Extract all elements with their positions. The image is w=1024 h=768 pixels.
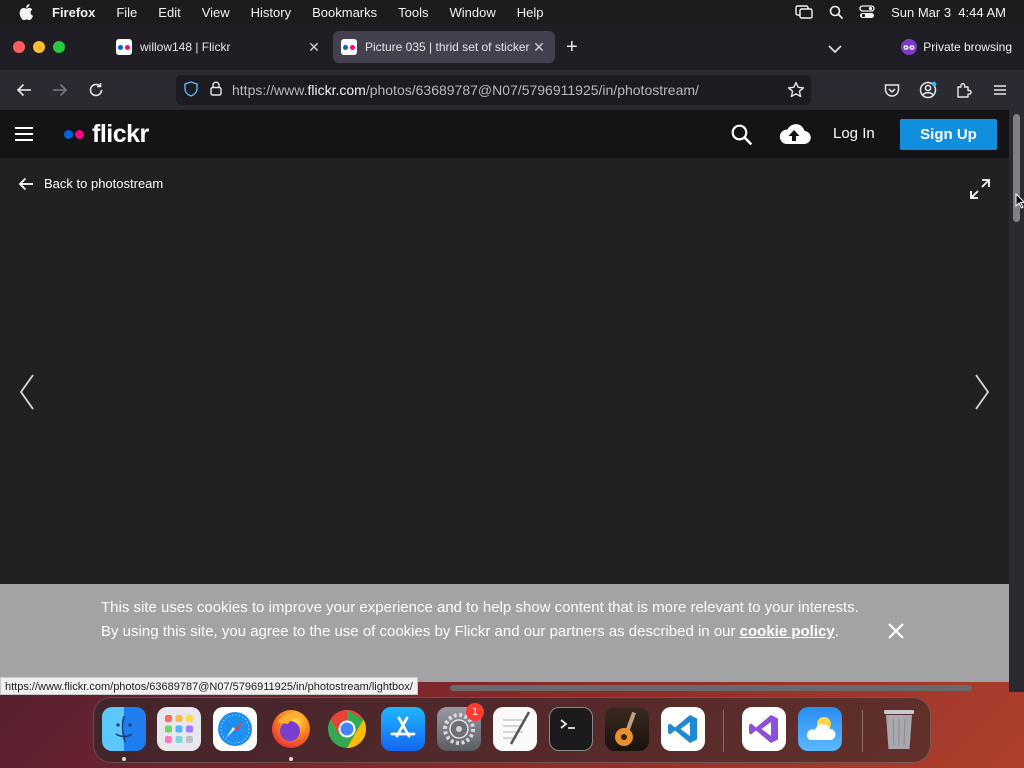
flickr-favicon-icon <box>116 39 132 55</box>
extensions-puzzle-icon[interactable] <box>954 80 974 100</box>
launchpad-icon[interactable] <box>157 707 201 751</box>
navigation-toolbar: https://www.flickr.com/photos/63689787@N… <box>0 70 1024 110</box>
bookmark-star-icon[interactable] <box>787 81 805 102</box>
pocket-icon[interactable] <box>882 80 902 100</box>
mouse-cursor-icon <box>1015 192 1024 214</box>
vscode-icon[interactable] <box>661 707 705 751</box>
address-bar[interactable]: https://www.flickr.com/photos/63689787@N… <box>176 75 811 105</box>
menu-app-name[interactable]: Firefox <box>52 5 95 20</box>
tab-title: willow148 | Flickr <box>140 40 231 54</box>
menu-history[interactable]: History <box>251 5 291 20</box>
flickr-favicon-icon <box>341 39 357 55</box>
upload-cloud-icon[interactable] <box>777 123 811 150</box>
visual-studio-icon[interactable] <box>742 707 786 751</box>
flickr-header: flickr Log In Sign Up <box>0 110 1009 158</box>
fullscreen-expand-icon[interactable] <box>969 178 991 205</box>
menu-edit[interactable]: Edit <box>158 5 180 20</box>
terminal-icon[interactable] <box>549 707 593 751</box>
notification-badge: 1 <box>466 703 484 721</box>
firefox-icon[interactable] <box>269 707 313 751</box>
cookie-message-end: . <box>834 623 839 640</box>
close-cookie-banner-icon[interactable] <box>887 622 905 648</box>
tab-title: Picture 035 | thrid set of sticker <box>365 40 530 54</box>
minimize-window-button[interactable] <box>33 41 45 53</box>
back-arrow-icon[interactable] <box>14 80 34 100</box>
tracking-protection-shield-icon[interactable] <box>184 80 198 100</box>
finder-icon[interactable] <box>102 707 146 751</box>
firefox-running-indicator <box>289 757 293 761</box>
flickr-logo[interactable]: flickr <box>64 120 149 149</box>
private-mask-icon <box>901 39 918 55</box>
tab-willow148[interactable]: willow148 | Flickr ✕ <box>108 31 330 63</box>
flickr-logo-blue-dot <box>64 130 73 139</box>
lock-icon[interactable] <box>210 81 222 99</box>
flickr-logo-pink-dot <box>75 130 84 139</box>
garageband-icon[interactable] <box>605 707 649 751</box>
menu-window[interactable]: Window <box>450 5 496 20</box>
reload-icon[interactable] <box>86 80 106 100</box>
app-menu-hamburger-icon[interactable] <box>990 80 1010 100</box>
forward-arrow-icon[interactable] <box>50 80 70 100</box>
safari-icon[interactable] <box>213 707 257 751</box>
new-tab-plus-icon[interactable]: + <box>566 37 578 57</box>
back-to-photostream-link[interactable]: Back to photostream <box>18 176 163 191</box>
menu-tools[interactable]: Tools <box>398 5 428 20</box>
menu-help[interactable]: Help <box>517 5 544 20</box>
url-text[interactable]: https://www.flickr.com/photos/63689787@N… <box>232 82 699 98</box>
weather-icon[interactable] <box>798 707 842 751</box>
link-status-url: https://www.flickr.com/photos/63689787@N… <box>0 677 418 695</box>
finder-running-indicator <box>122 757 126 761</box>
flickr-menu-icon[interactable] <box>15 127 33 141</box>
web-page-content: flickr Log In Sign Up Back to photostrea… <box>0 110 1009 682</box>
dock-separator <box>862 710 863 752</box>
url-prefix: https://www. <box>232 82 308 98</box>
back-to-photostream-label: Back to photostream <box>44 176 164 191</box>
screen-mirroring-icon[interactable] <box>795 5 813 19</box>
app-store-icon[interactable] <box>381 707 425 751</box>
tab-picture-035[interactable]: Picture 035 | thrid set of sticker ✕ <box>333 31 555 63</box>
search-icon[interactable] <box>731 124 752 150</box>
close-tab-icon[interactable]: ✕ <box>531 39 547 56</box>
cookie-banner: This site uses cookies to improve your e… <box>0 584 1009 682</box>
log-in-link[interactable]: Log In <box>833 125 875 142</box>
chrome-icon[interactable] <box>325 707 369 751</box>
cookie-policy-link[interactable]: cookie policy <box>740 623 835 640</box>
menu-bookmarks[interactable]: Bookmarks <box>312 5 377 20</box>
next-photo-chevron-right-icon[interactable] <box>973 373 991 416</box>
menubar-clock[interactable]: Sun Mar 3 4:44 AM <box>891 5 1006 20</box>
close-window-button[interactable] <box>13 41 25 53</box>
sign-up-button[interactable]: Sign Up <box>900 119 997 150</box>
previous-photo-chevron-left-icon[interactable] <box>18 373 36 416</box>
dock <box>93 697 931 763</box>
window-controls <box>13 41 65 53</box>
url-domain: flickr.com <box>307 82 366 98</box>
close-tab-icon[interactable]: ✕ <box>306 39 322 56</box>
apple-menu-icon[interactable] <box>0 4 52 20</box>
menu-bar: Firefox File Edit View History Bookmarks… <box>0 0 1024 24</box>
horizontal-scrollbar-thumb[interactable] <box>450 685 972 691</box>
list-all-tabs-chevron-down-icon[interactable] <box>828 41 842 59</box>
trash-icon[interactable] <box>877 707 921 751</box>
tab-bar: willow148 | Flickr ✕ Picture 035 | thrid… <box>0 24 1024 70</box>
menu-view[interactable]: View <box>202 5 230 20</box>
url-path: /photos/63689787@N07/5796911925/in/photo… <box>365 82 699 98</box>
dock-separator <box>723 710 724 752</box>
private-browsing-indicator: Private browsing <box>901 39 1012 55</box>
spotlight-search-icon[interactable] <box>829 5 843 19</box>
control-center-icon[interactable] <box>859 5 875 19</box>
flickr-logo-text: flickr <box>92 120 149 148</box>
textedit-icon[interactable] <box>493 707 537 751</box>
account-avatar-icon[interactable] <box>918 80 938 100</box>
back-arrow-icon <box>18 177 33 190</box>
zoom-window-button[interactable] <box>53 41 65 53</box>
cookie-banner-text: This site uses cookies to improve your e… <box>101 596 861 644</box>
private-browsing-label: Private browsing <box>923 40 1012 54</box>
menu-file[interactable]: File <box>116 5 137 20</box>
